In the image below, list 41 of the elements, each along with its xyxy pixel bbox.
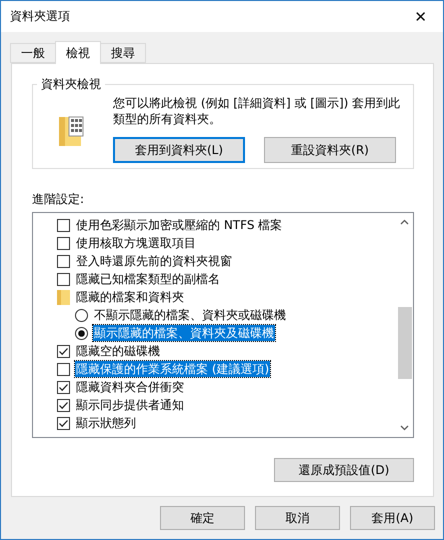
folder-icon <box>57 289 70 305</box>
folder-button[interactable]: 重設資料夾(R) <box>264 137 396 163</box>
setting-label[interactable]: 使用色彩顯示加密或壓縮的 NTFS 檔案 <box>75 217 284 233</box>
tab[interactable]: 搜尋 <box>100 43 146 63</box>
setting-label[interactable]: 隱藏空的磁碟機 <box>75 343 161 359</box>
setting-label[interactable]: 隱藏已知檔案類型的副檔名 <box>75 271 221 287</box>
setting-label[interactable]: 顯示同步提供者通知 <box>75 397 185 413</box>
checkbox[interactable] <box>57 236 70 250</box>
dialog-button[interactable]: 取消 <box>255 506 340 530</box>
folder-button[interactable]: 套用到資料夾(L) <box>113 137 245 163</box>
tab[interactable]: 檢視 <box>55 41 101 64</box>
description-text: 您可以將此檢視 (例如 [詳細資料] 或 [圖示]) 套用到此類型的所有資料夾。 <box>113 95 401 127</box>
checkbox[interactable] <box>57 254 70 268</box>
scroll-down-icon[interactable] <box>400 425 409 431</box>
scroll-up-icon[interactable] <box>400 219 409 225</box>
checkbox[interactable] <box>57 218 70 232</box>
section-label: 進階設定: <box>32 191 86 208</box>
window-title: 資料夾選項 <box>10 8 70 25</box>
scroll-thumb[interactable] <box>398 307 412 379</box>
setting-label[interactable]: 使用核取方塊選取項目 <box>75 235 197 251</box>
dialog-button[interactable]: 套用(A) <box>350 506 435 530</box>
setting-label[interactable]: 登入時還原先前的資料夾視窗 <box>75 253 233 269</box>
setting-label[interactable]: 隱藏的檔案和資料夾 <box>75 289 185 305</box>
checkbox[interactable] <box>57 272 70 286</box>
tab[interactable]: 一般 <box>10 43 56 63</box>
dialog-button[interactable]: 確定 <box>160 506 245 530</box>
close-button[interactable]: ✕ <box>410 8 431 26</box>
checkbox[interactable] <box>57 380 70 394</box>
setting-label[interactable]: 隱藏保護的作業系統檔案 (建議選項) <box>75 361 270 377</box>
setting-label[interactable]: 顯示隱藏的檔案、資料夾及磁碟機 <box>93 325 275 341</box>
setting-label[interactable]: 顯示狀態列 <box>75 415 137 431</box>
setting-label[interactable]: 隱藏資料夾合併衝突 <box>75 379 185 395</box>
setting-label[interactable]: 不顯示隱藏的檔案、資料夾或磁碟機 <box>93 307 287 323</box>
checkbox[interactable] <box>57 416 70 430</box>
radio-button[interactable] <box>75 326 88 340</box>
restore-defaults-button[interactable]: 還原成預設值(D) <box>274 458 414 482</box>
group-title: 資料夾檢視 <box>40 76 102 93</box>
checkbox[interactable] <box>57 398 70 412</box>
checkbox[interactable] <box>57 344 70 358</box>
radio-button[interactable] <box>75 308 88 322</box>
checkbox[interactable] <box>57 362 70 376</box>
